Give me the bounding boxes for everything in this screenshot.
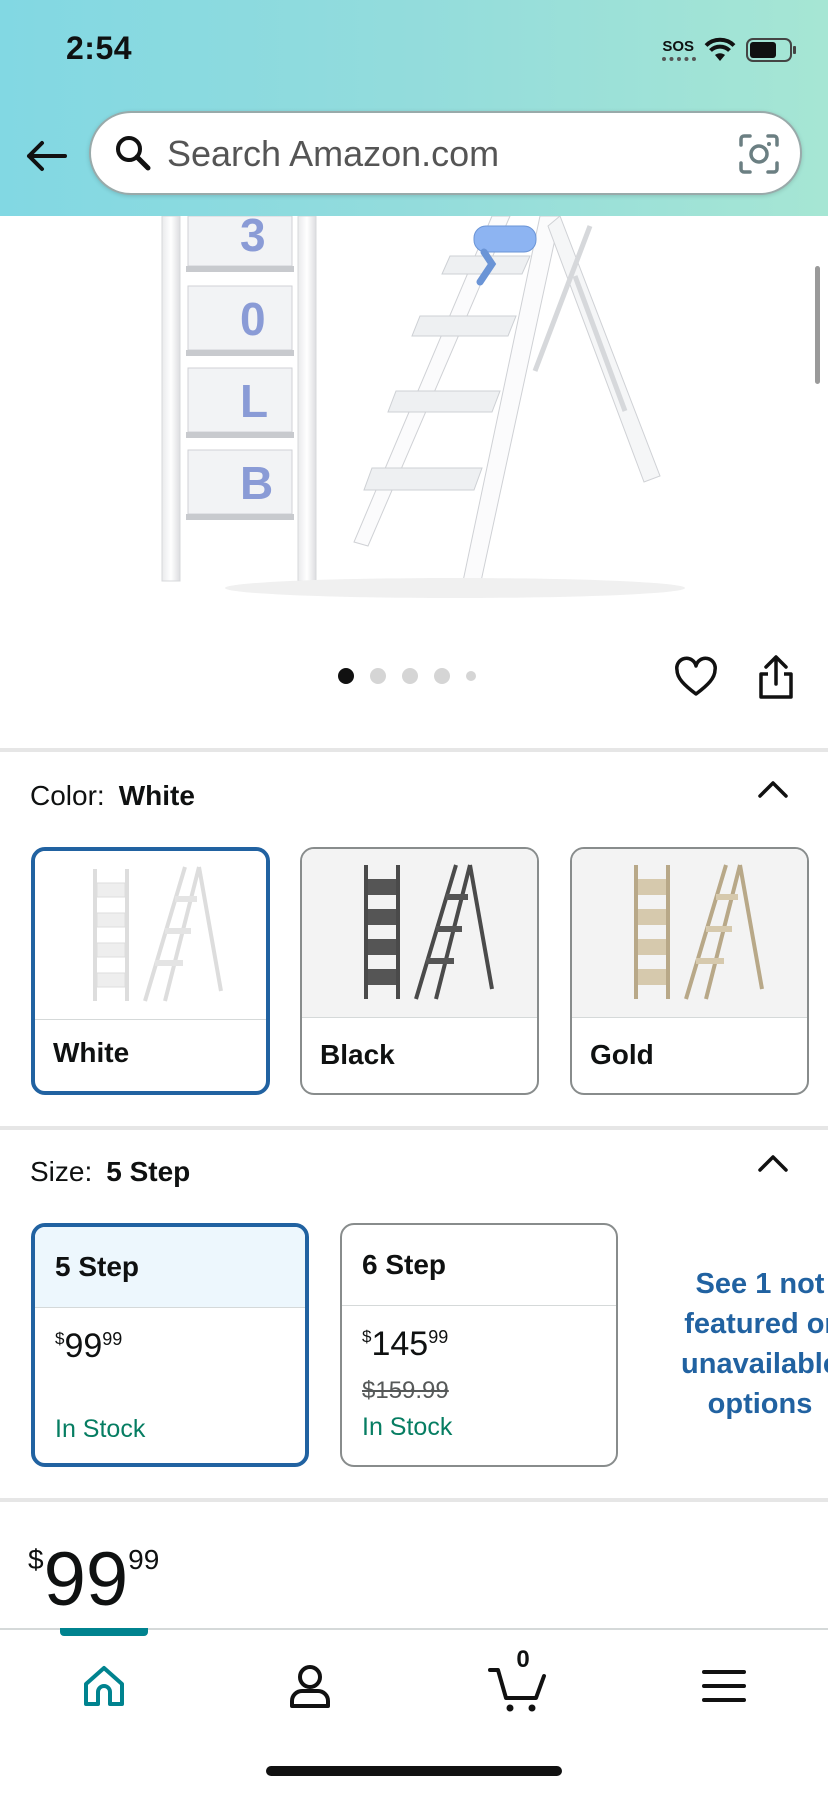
- wifi-icon: [704, 37, 736, 61]
- page-scrollbar[interactable]: [815, 266, 820, 384]
- white-ladder-thumbnail: [93, 866, 223, 1002]
- collapse-chevron-up-icon[interactable]: [756, 778, 790, 800]
- divider: [0, 1498, 828, 1502]
- share-icon[interactable]: [756, 654, 796, 700]
- account-icon[interactable]: [280, 1656, 340, 1716]
- swatch-image: [572, 849, 807, 1018]
- sos-indicator: SOS: [662, 39, 697, 61]
- gold-ladder-thumbnail: [634, 864, 764, 1000]
- size-option-6-step[interactable]: 6 Step $14599 $159.99 In Stock: [340, 1223, 618, 1467]
- search-input[interactable]: [165, 123, 729, 185]
- home-indicator[interactable]: [266, 1766, 562, 1776]
- carousel-dot[interactable]: [370, 668, 386, 684]
- size-selector-label: Size: 5 Step: [30, 1156, 191, 1187]
- color-option-black[interactable]: Black: [300, 847, 539, 1095]
- carousel-dot[interactable]: [466, 671, 476, 681]
- size-option-5-step[interactable]: 5 Step $9999 In Stock: [31, 1223, 309, 1467]
- availability-status: In Stock: [362, 1413, 453, 1441]
- battery-icon: [746, 38, 796, 62]
- divider: [0, 748, 828, 752]
- search-bar[interactable]: [89, 111, 802, 195]
- status-indicators: SOS: [662, 30, 798, 70]
- size-price: $9999: [55, 1327, 123, 1365]
- size-name: 5 Step: [55, 1251, 140, 1282]
- swatch-image: [302, 849, 537, 1018]
- list-price: $159.99: [362, 1377, 449, 1404]
- app-header: 2:54 SOS: [0, 0, 828, 216]
- color-selector-label: Color: White: [30, 780, 195, 811]
- product-image[interactable]: 3 0 L B: [0, 216, 828, 630]
- carousel-dots[interactable]: [338, 668, 476, 684]
- carousel-dot[interactable]: [338, 668, 354, 684]
- camera-search-icon[interactable]: [738, 133, 780, 175]
- active-tab-indicator: [60, 1628, 148, 1636]
- carousel-dot[interactable]: [402, 668, 418, 684]
- selected-size: 5 Step: [106, 1156, 191, 1187]
- back-button[interactable]: [22, 132, 70, 180]
- selected-color: White: [118, 780, 195, 811]
- search-icon: [116, 136, 151, 171]
- black-ladder-thumbnail: [364, 864, 494, 1000]
- swatch-label: Black: [320, 1039, 395, 1070]
- status-time: 2:54: [66, 30, 133, 66]
- size-price: $14599: [362, 1325, 449, 1363]
- see-unavailable-options-link[interactable]: See 1 not featured or unavailable option…: [660, 1264, 828, 1424]
- back-arrow-icon: [27, 141, 67, 171]
- size-option-header: 6 Step: [342, 1225, 616, 1306]
- home-icon[interactable]: [74, 1656, 134, 1716]
- swatch-label: Gold: [590, 1039, 654, 1070]
- size-option-header: 5 Step: [35, 1227, 305, 1308]
- color-option-white[interactable]: White: [31, 847, 270, 1095]
- product-price: $9999: [28, 1537, 160, 1622]
- divider: [0, 1126, 828, 1130]
- swatch-label: White: [53, 1037, 130, 1068]
- ladder-illustration: [161, 216, 685, 598]
- cart-count: 0: [516, 1646, 530, 1673]
- swatch-image: [35, 851, 266, 1020]
- menu-icon[interactable]: [694, 1656, 754, 1716]
- size-name: 6 Step: [362, 1249, 447, 1280]
- color-option-gold[interactable]: Gold: [570, 847, 809, 1095]
- wishlist-heart-icon[interactable]: [674, 656, 718, 700]
- collapse-chevron-up-icon[interactable]: [756, 1152, 790, 1174]
- availability-status: In Stock: [55, 1415, 146, 1443]
- carousel-dot[interactable]: [434, 668, 450, 684]
